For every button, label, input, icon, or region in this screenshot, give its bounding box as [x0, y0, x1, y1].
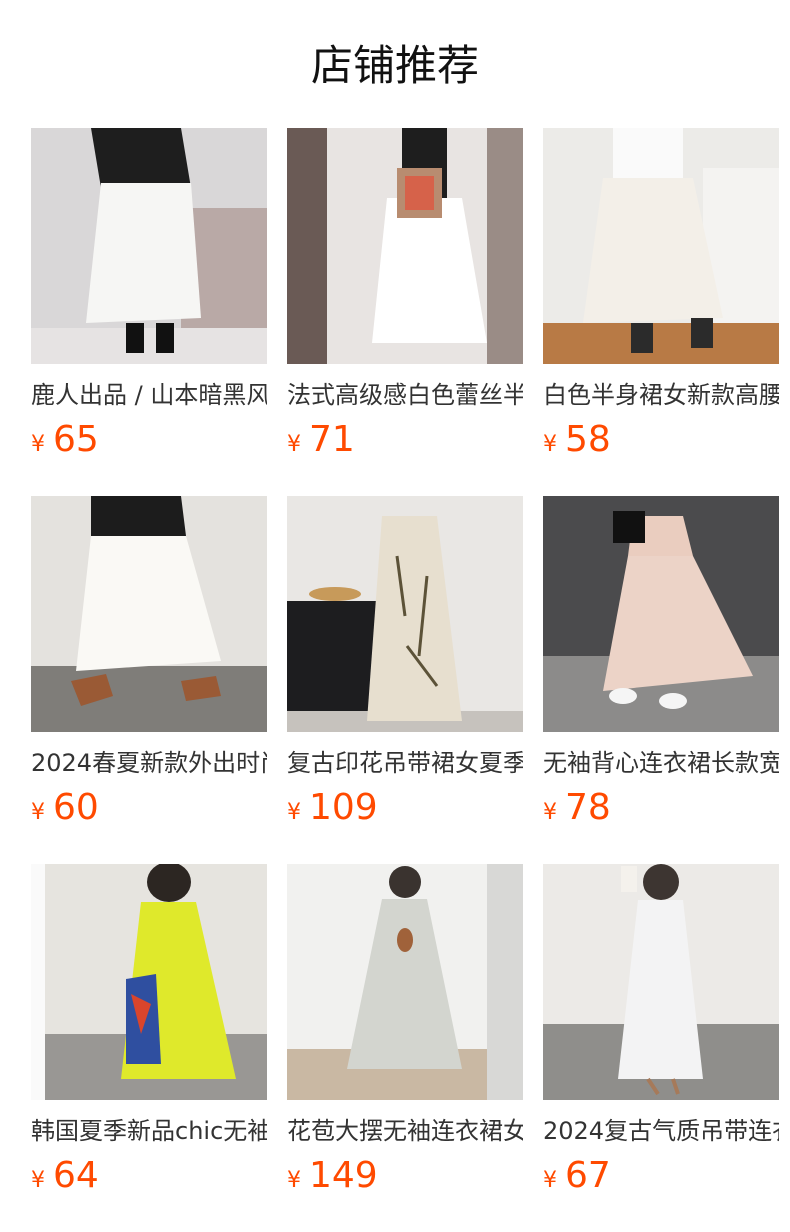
currency-symbol: ¥ — [543, 800, 557, 825]
product-image[interactable] — [543, 864, 779, 1100]
product-image[interactable] — [31, 864, 267, 1100]
product-price: ¥149 — [287, 1156, 523, 1196]
price-value: 58 — [565, 419, 611, 460]
product-card[interactable]: 花苞大摆无袖连衣裙女夏 ¥149 — [287, 864, 523, 1196]
price-value: 78 — [565, 787, 611, 828]
product-name[interactable]: 鹿人出品 / 山本暗黑风白色半身裙 — [31, 378, 267, 412]
product-card[interactable]: 法式高级感白色蕾丝半身裙 ¥71 — [287, 128, 523, 460]
product-price: ¥64 — [31, 1156, 267, 1196]
product-card[interactable]: 2024复古气质吊带连衣裙 ¥67 — [543, 864, 779, 1196]
product-grid: 鹿人出品 / 山本暗黑风白色半身裙 ¥65 法式高级感白色蕾丝半身裙 ¥71 — [0, 0, 790, 1232]
product-image[interactable] — [287, 496, 523, 732]
product-name[interactable]: 白色半身裙女新款高腰蛋糕裙 — [543, 378, 779, 412]
product-image[interactable] — [543, 496, 779, 732]
product-image[interactable] — [543, 128, 779, 364]
product-name[interactable]: 2024复古气质吊带连衣裙 — [543, 1114, 779, 1148]
currency-symbol: ¥ — [31, 1168, 45, 1193]
product-card[interactable]: 无袖背心连衣裙长款宽松 ¥78 — [543, 496, 779, 828]
product-image[interactable] — [31, 496, 267, 732]
product-name[interactable]: 法式高级感白色蕾丝半身裙 — [287, 378, 523, 412]
product-card[interactable]: 韩国夏季新品chic无袖连衣裙 ¥64 — [31, 864, 267, 1196]
product-price: ¥109 — [287, 788, 523, 828]
currency-symbol: ¥ — [31, 800, 45, 825]
currency-symbol: ¥ — [543, 432, 557, 457]
product-price: ¥71 — [287, 420, 523, 460]
product-price: ¥58 — [543, 420, 779, 460]
currency-symbol: ¥ — [31, 432, 45, 457]
product-image[interactable] — [287, 864, 523, 1100]
product-card[interactable]: 2024春夏新款外出时尚半身裙 ¥60 — [31, 496, 267, 828]
price-value: 60 — [53, 787, 99, 828]
price-value: 71 — [309, 419, 355, 460]
product-image[interactable] — [287, 128, 523, 364]
price-value: 64 — [53, 1155, 99, 1196]
price-value: 109 — [309, 787, 378, 828]
product-name[interactable]: 韩国夏季新品chic无袖连衣裙 — [31, 1114, 267, 1148]
currency-symbol: ¥ — [543, 1168, 557, 1193]
price-value: 149 — [309, 1155, 378, 1196]
product-price: ¥78 — [543, 788, 779, 828]
price-value: 65 — [53, 419, 99, 460]
product-name[interactable]: 无袖背心连衣裙长款宽松 — [543, 746, 779, 780]
price-value: 67 — [565, 1155, 611, 1196]
currency-symbol: ¥ — [287, 432, 301, 457]
product-price: ¥65 — [31, 420, 267, 460]
product-price: ¥67 — [543, 1156, 779, 1196]
product-card[interactable]: 白色半身裙女新款高腰蛋糕裙 ¥58 — [543, 128, 779, 460]
product-card[interactable]: 复古印花吊带裙女夏季长裙 ¥109 — [287, 496, 523, 828]
currency-symbol: ¥ — [287, 1168, 301, 1193]
product-name[interactable]: 复古印花吊带裙女夏季长裙 — [287, 746, 523, 780]
product-price: ¥60 — [31, 788, 267, 828]
product-image[interactable] — [31, 128, 267, 364]
product-name[interactable]: 花苞大摆无袖连衣裙女夏 — [287, 1114, 523, 1148]
product-name[interactable]: 2024春夏新款外出时尚半身裙 — [31, 746, 267, 780]
currency-symbol: ¥ — [287, 800, 301, 825]
product-card[interactable]: 鹿人出品 / 山本暗黑风白色半身裙 ¥65 — [31, 128, 267, 460]
